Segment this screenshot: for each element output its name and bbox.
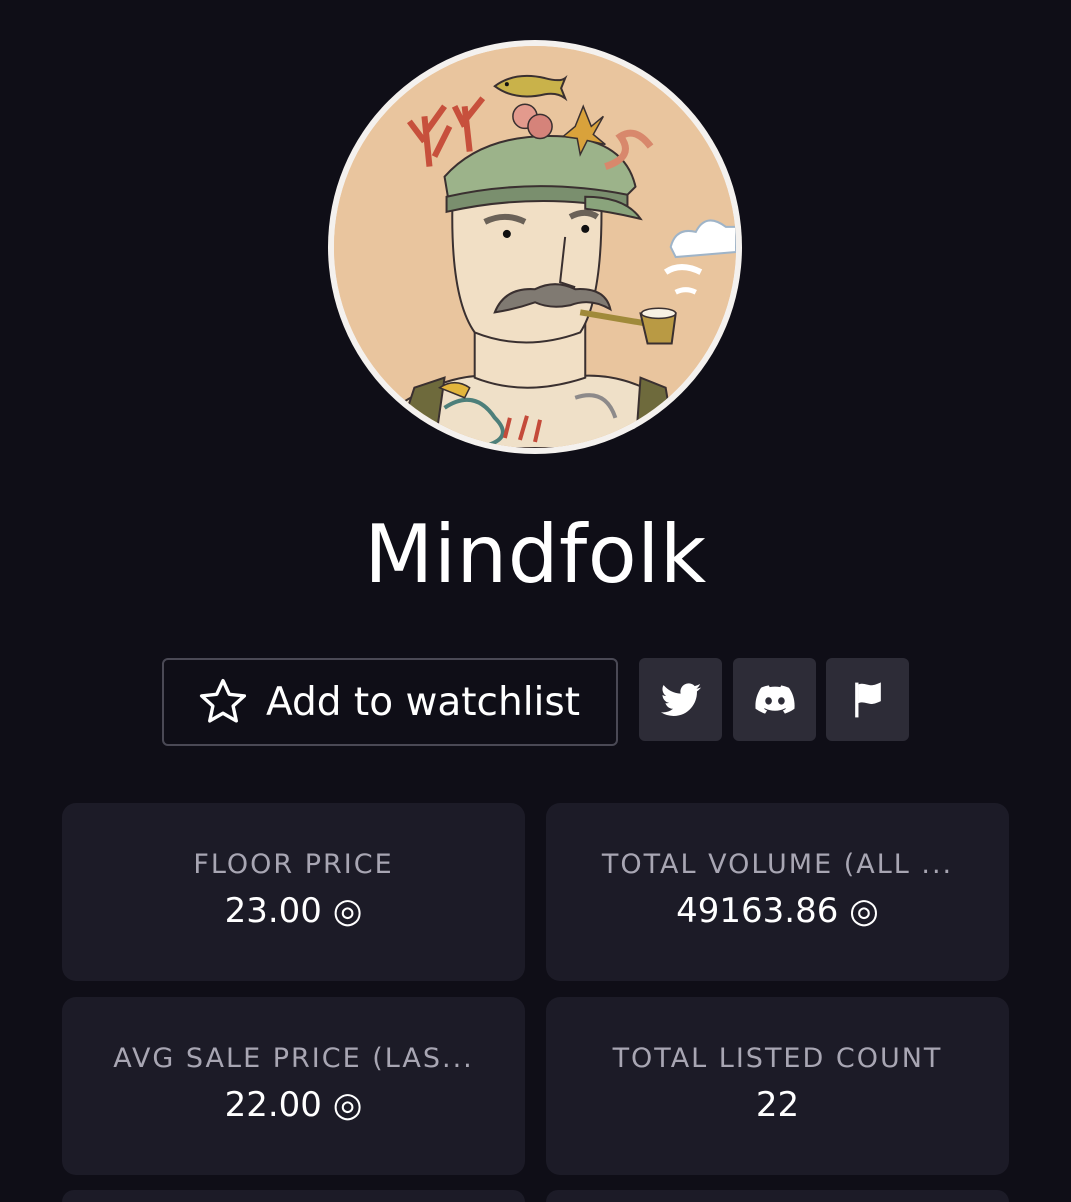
collection-title: Mindfolk	[364, 508, 707, 601]
stat-label: AVG SALE PRICE (LAS...	[113, 1043, 474, 1074]
mindfolk-character-illustration	[334, 46, 736, 448]
stat-value: 22.00 ◎	[224, 1085, 363, 1125]
stat-value: 22	[755, 1085, 800, 1125]
watchlist-label: Add to watchlist	[266, 679, 580, 725]
stat-card-partial	[546, 1190, 1009, 1202]
avatar-image	[334, 46, 736, 448]
stat-label: FLOOR PRICE	[193, 849, 394, 880]
collection-avatar	[328, 40, 742, 454]
twitter-button[interactable]	[639, 658, 722, 741]
star-icon	[199, 678, 247, 723]
stat-card-avg-sale-price: AVG SALE PRICE (LAS... 22.00 ◎	[62, 997, 525, 1175]
stat-card-total-listed-count: TOTAL LISTED COUNT 22	[546, 997, 1009, 1175]
discord-icon	[754, 684, 795, 714]
stat-value: 49163.86 ◎	[676, 891, 879, 931]
twitter-icon	[660, 682, 701, 716]
stat-card-partial	[62, 1190, 525, 1202]
stat-label: TOTAL LISTED COUNT	[612, 1043, 943, 1074]
discord-button[interactable]	[733, 658, 816, 741]
add-to-watchlist-button[interactable]: Add to watchlist	[162, 658, 618, 746]
stat-card-floor-price: FLOOR PRICE 23.00 ◎	[62, 803, 525, 981]
stat-card-total-volume: TOTAL VOLUME (ALL ... 49163.86 ◎	[546, 803, 1009, 981]
stat-label: TOTAL VOLUME (ALL ...	[601, 849, 954, 880]
report-button[interactable]	[826, 658, 909, 741]
flag-icon	[854, 681, 881, 717]
stat-value: 23.00 ◎	[224, 891, 363, 931]
